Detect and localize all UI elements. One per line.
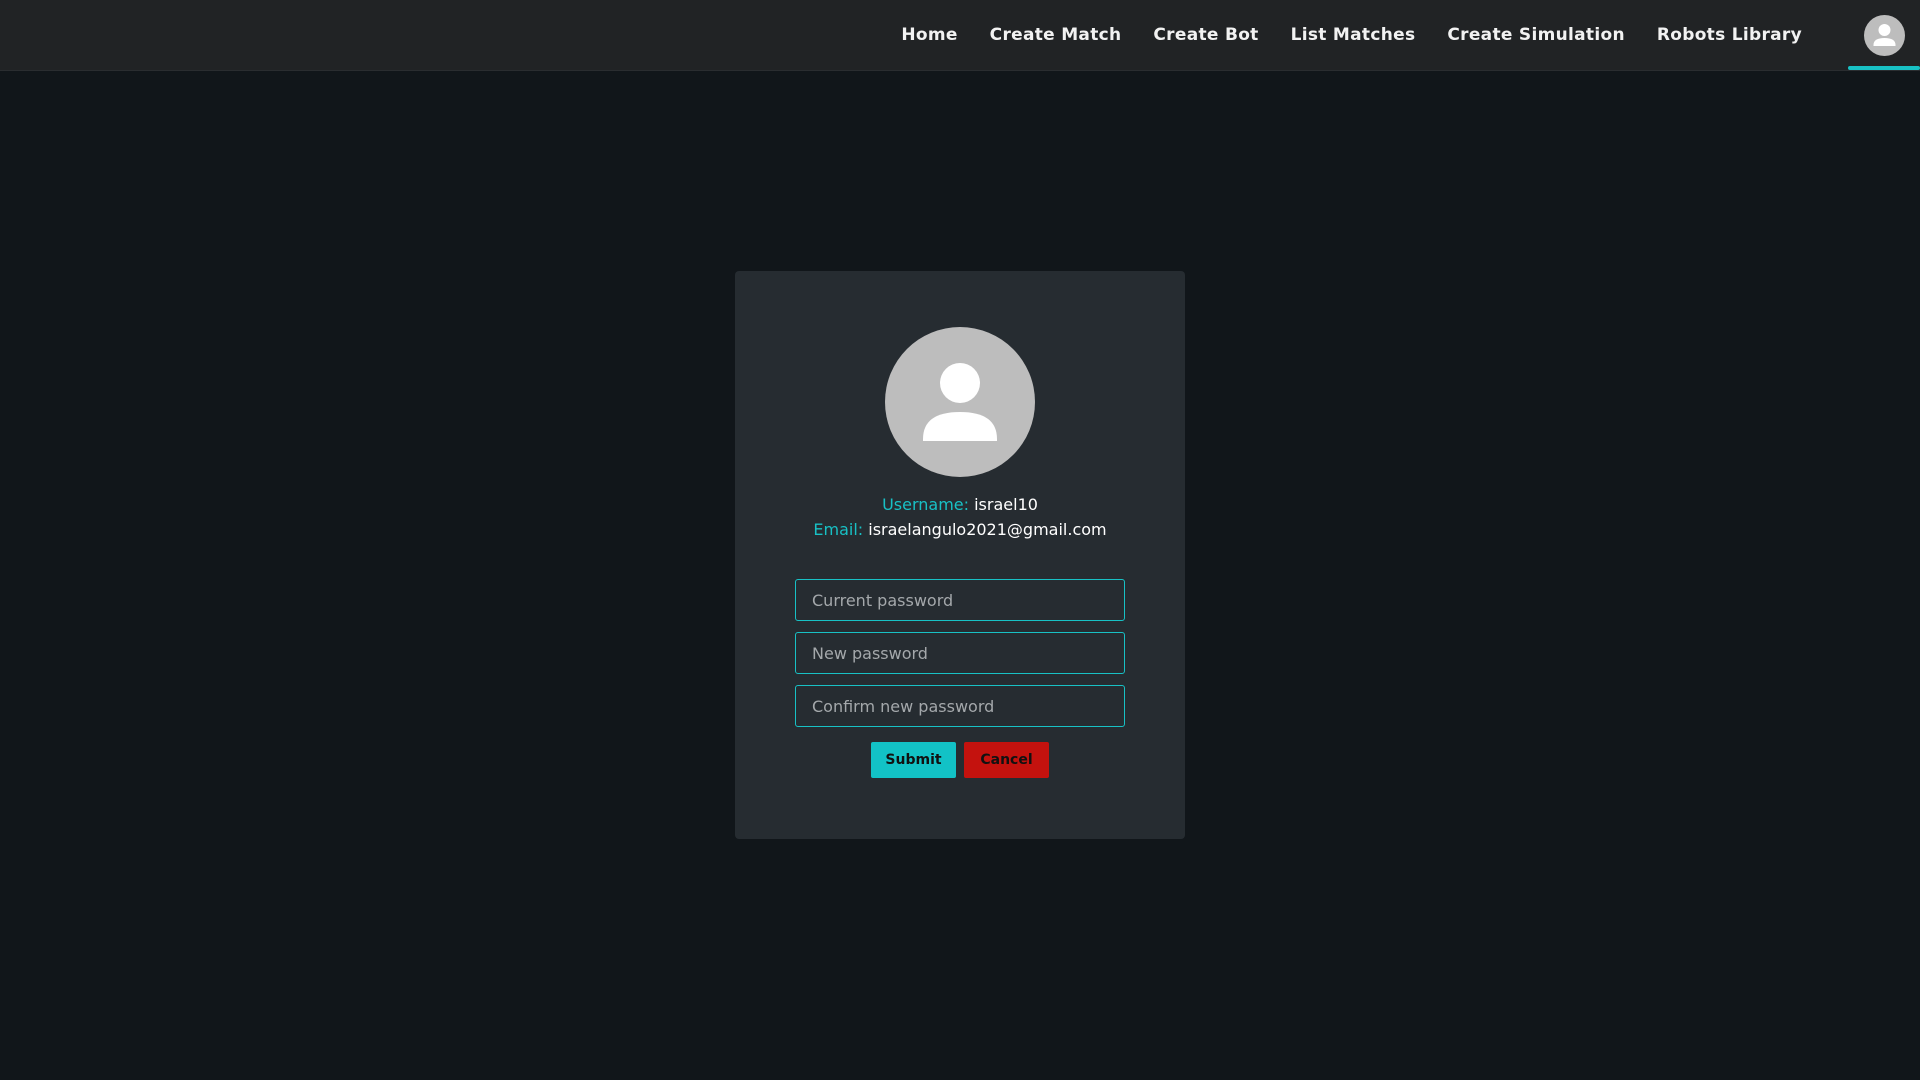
email-value: israelangulo2021@gmail.com [868,520,1107,539]
nav-profile-button[interactable] [1848,0,1920,70]
email-label: Email: [813,520,864,539]
username-label: Username: [882,495,970,514]
new-password-input[interactable] [795,632,1125,674]
cancel-button[interactable]: Cancel [964,742,1049,778]
nav-links: Home Create Match Create Bot List Matche… [869,0,1802,70]
user-silhouette-icon [885,327,1035,477]
nav-link-list-matches[interactable]: List Matches [1291,25,1416,45]
username-line: Username: israel10 [735,495,1185,514]
nav-link-robots-library[interactable]: Robots Library [1657,25,1802,45]
username-value: israel10 [974,495,1038,514]
nav-link-create-simulation[interactable]: Create Simulation [1447,25,1624,45]
nav-link-create-bot[interactable]: Create Bot [1153,25,1258,45]
email-line: Email: israelangulo2021@gmail.com [735,520,1185,539]
submit-button[interactable]: Submit [871,742,956,778]
nav-link-create-match[interactable]: Create Match [990,25,1122,45]
profile-card: Username: israel10 Email: israelangulo20… [735,271,1185,839]
account-circle-icon [1863,14,1905,56]
current-password-input[interactable] [795,579,1125,621]
nav-link-home[interactable]: Home [901,25,957,45]
top-navbar: Home Create Match Create Bot List Matche… [0,0,1920,71]
confirm-password-input[interactable] [795,685,1125,727]
